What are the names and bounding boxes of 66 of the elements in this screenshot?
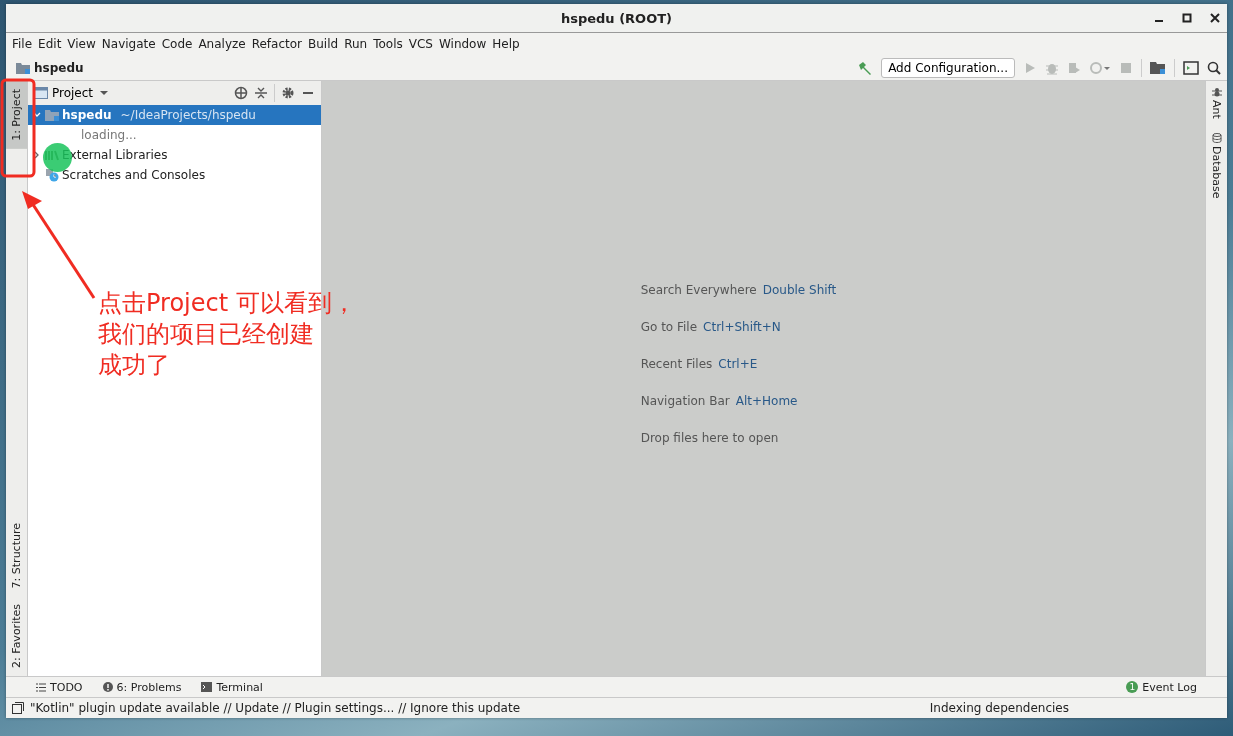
hint-label: Search Everywhere (640, 282, 757, 297)
project-structure-icon[interactable] (1150, 60, 1166, 75)
hint-label: Go to File (640, 319, 698, 334)
hint-label: Navigation Bar (640, 393, 730, 408)
menu-item[interactable]: Build (306, 37, 343, 51)
menu-item[interactable]: Refactor (249, 37, 307, 51)
shortcut-text: Ctrl+Shift+N (703, 319, 781, 334)
tool-window-tab[interactable]: 2: Favorites (6, 596, 27, 676)
database-icon (1211, 132, 1222, 143)
hint-label: Recent Files (640, 356, 713, 371)
tool-window-button[interactable]: TODO (36, 680, 83, 694)
status-message[interactable]: "Kotlin" plugin update available // Update // Plugin settings... // Ignore this update (30, 701, 521, 715)
window-title: hspedu (ROOT) (560, 10, 673, 26)
menu-item[interactable]: Tools (371, 37, 407, 51)
search-icon[interactable] (1207, 60, 1221, 75)
menu-item[interactable]: Help (490, 37, 524, 51)
menu-item[interactable]: Window (436, 37, 491, 51)
shortcut-text: Ctrl+E (718, 356, 758, 371)
shortcut-text: Double Shift (762, 282, 837, 297)
tree-item[interactable]: hspedu ~/IdeaProjects/hspedu (28, 105, 321, 125)
folder-icon (45, 109, 59, 121)
collapse-all-icon[interactable] (254, 86, 268, 100)
menu-item[interactable]: Edit (36, 37, 66, 51)
progress-text: Indexing dependencies (929, 701, 1069, 715)
menu-item[interactable]: View (65, 37, 100, 51)
tool-window-tab[interactable]: 1: Project (6, 81, 27, 149)
locate-icon[interactable] (234, 86, 248, 100)
warning-icon (102, 682, 113, 692)
item-label: hspedu (62, 108, 112, 122)
annotation-text: 成功了 (98, 350, 170, 381)
menu-item[interactable]: Code (159, 37, 197, 51)
menu-item[interactable]: File (10, 37, 37, 51)
menu-item[interactable]: Analyze (196, 37, 250, 51)
list-icon (36, 682, 46, 692)
panel-icon (34, 87, 48, 99)
tool-window-tab[interactable]: Database (1208, 126, 1225, 207)
tree-item[interactable]: loading... (28, 125, 321, 145)
menu-item[interactable]: Navigate (99, 37, 160, 51)
close-icon[interactable] (1209, 12, 1221, 24)
maximize-icon[interactable] (1181, 12, 1193, 24)
hint-label: Drop files here to open (640, 430, 779, 445)
settings-icon[interactable] (281, 86, 295, 100)
path-text: ~/IdeaProjects/hspedu (120, 108, 256, 122)
project-breadcrumb[interactable]: hspedu (34, 60, 84, 75)
menu-item[interactable]: Run (342, 37, 372, 51)
menu-item[interactable]: VCS (406, 37, 437, 51)
annotation-text: 我们的项目已经创建 (98, 319, 314, 350)
terminal-window-icon[interactable] (1183, 60, 1199, 75)
run-configuration-dropdown[interactable]: Add Configuration... (881, 57, 1015, 78)
item-label: Scratches and Consoles (62, 168, 206, 182)
event-log-button[interactable]: 1 Event Log (1126, 680, 1197, 694)
tool-window-tab[interactable]: 7: Structure (6, 514, 27, 597)
view-selector[interactable]: Project (52, 86, 94, 100)
shortcut-text: Alt+Home (735, 393, 798, 408)
folder-icon (16, 61, 30, 74)
tool-window-tab[interactable]: Ant (1208, 81, 1225, 127)
ant-icon (1211, 87, 1222, 97)
annotation-text: 点击Project 可以看到， (98, 288, 356, 319)
caret-icon[interactable] (99, 89, 110, 97)
tool-window-button[interactable]: Terminal (201, 680, 263, 694)
item-label: loading... (81, 128, 137, 142)
notification-badge: 1 (1126, 681, 1139, 693)
status-icon[interactable] (12, 702, 24, 714)
terminal-icon (201, 682, 213, 692)
tool-window-button[interactable]: 6: Problems (102, 680, 182, 694)
hammer-icon[interactable] (857, 60, 874, 75)
